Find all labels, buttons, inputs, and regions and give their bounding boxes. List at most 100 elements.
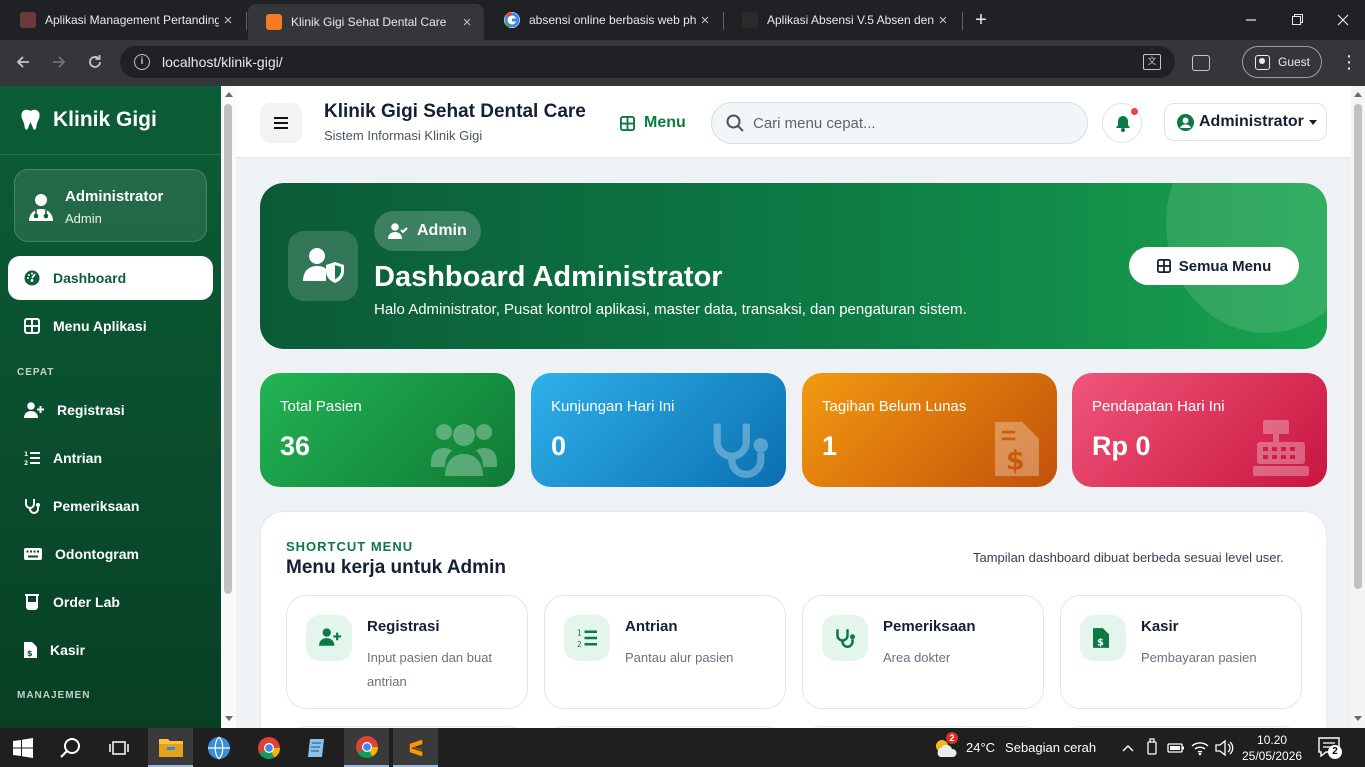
sidebar: Klinik Gigi Administrator Admin Dashboar… xyxy=(0,86,221,728)
weather-desc: Sebagian cerah xyxy=(1005,740,1097,755)
weather-temp: 24°C xyxy=(966,740,996,755)
sidebar-scrollbar[interactable] xyxy=(221,86,236,728)
tooth-icon xyxy=(21,109,40,130)
quick-search[interactable] xyxy=(711,102,1088,144)
shortcut-card-kasir[interactable]: $ Kasir Pembayaran pasien xyxy=(1060,595,1302,709)
app-title: Klinik Gigi Sehat Dental Care xyxy=(324,101,586,122)
notification-center[interactable]: 2 xyxy=(1318,728,1342,767)
sidebar-item-registrasi[interactable]: Registrasi xyxy=(8,388,213,432)
stat-card-pendapatan[interactable]: Pendapatan Hari Ini Rp 0 xyxy=(1072,373,1327,487)
sidebar-item-menu-aplikasi[interactable]: Menu Aplikasi xyxy=(8,304,213,348)
sidebar-item-order-lab[interactable]: Order Lab xyxy=(8,580,213,624)
notification-button[interactable] xyxy=(1102,103,1142,143)
sublime-text-icon[interactable] xyxy=(393,728,438,767)
browser-tab-1[interactable]: Aplikasi Management Pertandingan × xyxy=(2,6,245,34)
shortcut-card-registrasi[interactable]: Registrasi Input pasien dan buat antrian xyxy=(286,595,528,709)
battery-icon[interactable] xyxy=(1166,738,1186,758)
list-ol-icon: 12 xyxy=(577,629,597,648)
windows-taskbar: 2 24°C Sebagian cerah 10.20 25/05/2026 2 xyxy=(0,728,1365,767)
reload-icon[interactable] xyxy=(86,53,104,71)
stethoscope-icon xyxy=(25,499,40,514)
lens-search-icon[interactable] xyxy=(1192,55,1210,71)
sidebar-item-pemeriksaan[interactable]: Pemeriksaan xyxy=(8,484,213,528)
shortcut-card-pemeriksaan[interactable]: Pemeriksaan Area dokter xyxy=(802,595,1044,709)
sidebar-brand[interactable]: Klinik Gigi xyxy=(20,108,157,132)
task-view-icon[interactable] xyxy=(96,728,141,767)
page-scroll-thumb[interactable] xyxy=(1354,104,1362,589)
users-icon xyxy=(431,424,497,476)
file-explorer-icon[interactable] xyxy=(148,728,193,767)
browser-tab-3[interactable]: absensi online berbasis web php × xyxy=(486,6,722,34)
chrome-window-icon[interactable] xyxy=(344,728,389,767)
stat-card-kunjungan[interactable]: Kunjungan Hari Ini 0 xyxy=(531,373,786,487)
user-shield-icon xyxy=(303,248,344,283)
all-menu-button[interactable]: Semua Menu xyxy=(1129,247,1299,285)
network-app-icon[interactable] xyxy=(196,728,241,767)
sidebar-item-label: Pemeriksaan xyxy=(53,498,140,514)
shortcut-card-antrian[interactable]: 12 Antrian Pantau alur pasien xyxy=(544,595,786,709)
shortcut-card-desc: Area dokter xyxy=(883,650,951,665)
flask-icon xyxy=(25,594,39,610)
weather-alert-badge: 2 xyxy=(946,731,958,744)
notification-dot xyxy=(1129,106,1140,117)
shortcut-note: Tampilan dashboard dibuat berbeda sesuai… xyxy=(973,550,1284,565)
sidebar-toggle-button[interactable] xyxy=(260,103,302,143)
sidebar-item-dashboard[interactable]: Dashboard xyxy=(8,256,213,300)
user-dropdown-label: Administrator xyxy=(1199,113,1304,130)
sidebar-item-odontogram[interactable]: Odontogram xyxy=(8,532,213,576)
forward-icon[interactable] xyxy=(50,53,68,71)
browser-menu-icon[interactable]: ⋮ xyxy=(1340,52,1358,72)
menu-link[interactable]: Menu xyxy=(620,114,686,132)
sidebar-item-label: Odontogram xyxy=(55,546,139,562)
usb-device-icon[interactable] xyxy=(1142,737,1162,758)
volume-icon[interactable] xyxy=(1214,738,1234,758)
role-badge-label: Admin xyxy=(417,222,467,239)
minimize-button[interactable] xyxy=(1236,8,1266,32)
svg-text:$: $ xyxy=(27,649,33,658)
close-tab-icon[interactable]: × xyxy=(458,14,476,31)
shortcut-panel: SHORTCUT MENU Menu kerja untuk Admin Tam… xyxy=(260,511,1327,728)
notepad-app-icon[interactable] xyxy=(294,728,339,767)
weather-widget[interactable]: 2 24°C Sebagian cerah xyxy=(932,728,1096,767)
web-page: Klinik Gigi Administrator Admin Dashboar… xyxy=(0,86,1365,728)
sidebar-item-kasir[interactable]: $ Kasir xyxy=(8,628,213,672)
close-window-button[interactable] xyxy=(1328,8,1358,32)
stat-label: Pendapatan Hari Ini xyxy=(1092,398,1225,415)
shortcut-card-desc: Input pasien dan buat antrian xyxy=(367,650,493,689)
browser-tab-4[interactable]: Aplikasi Absensi V.5 Absen dengan × xyxy=(724,6,960,34)
clock[interactable]: 10.20 25/05/2026 xyxy=(1242,728,1302,767)
svg-text:1: 1 xyxy=(577,629,582,638)
address-bar[interactable]: i localhost/klinik-gigi/ 文 xyxy=(120,46,1175,78)
back-icon[interactable] xyxy=(14,53,32,71)
windows-start-icon[interactable] xyxy=(0,728,45,767)
page-scrollbar[interactable] xyxy=(1351,86,1365,728)
wifi-icon[interactable] xyxy=(1190,738,1210,758)
profile-guest-button[interactable]: Guest xyxy=(1242,46,1322,78)
list-ol-icon: 12 xyxy=(24,451,40,466)
sidebar-scroll-thumb[interactable] xyxy=(224,104,232,594)
close-tab-icon[interactable]: × xyxy=(934,12,952,29)
shortcut-title: Menu kerja untuk Admin xyxy=(286,557,506,578)
search-input[interactable] xyxy=(753,114,1053,132)
stat-card-tagihan[interactable]: Tagihan Belum Lunas 1 $ xyxy=(802,373,1057,487)
user-plus-icon xyxy=(24,402,44,418)
chevron-up-icon[interactable] xyxy=(1118,738,1138,758)
stat-card-total-pasien[interactable]: Total Pasien 36 xyxy=(260,373,515,487)
url-text[interactable]: localhost/klinik-gigi/ xyxy=(162,54,283,70)
site-info-icon[interactable]: i xyxy=(134,54,150,70)
new-tab-button[interactable]: + xyxy=(970,8,992,32)
sidebar-item-label: Antrian xyxy=(53,450,102,466)
search-icon[interactable] xyxy=(48,728,93,767)
sidebar-item-antrian[interactable]: 12 Antrian xyxy=(8,436,213,480)
translate-icon[interactable]: 文 xyxy=(1143,54,1161,70)
close-tab-icon[interactable]: × xyxy=(696,12,714,29)
hero-description: Halo Administrator, Pusat kontrol aplika… xyxy=(374,301,967,318)
user-dropdown-button[interactable]: Administrator xyxy=(1164,103,1327,141)
sidebar-item-label: Registrasi xyxy=(57,402,125,418)
invoice-dollar-icon: $ xyxy=(995,421,1039,476)
restore-button[interactable] xyxy=(1282,8,1312,32)
close-tab-icon[interactable]: × xyxy=(219,12,237,29)
sidebar-user-role: Admin xyxy=(65,211,102,226)
browser-tab-2-active[interactable]: Klinik Gigi Sehat Dental Care × xyxy=(248,4,484,40)
chrome-icon[interactable] xyxy=(246,728,291,767)
